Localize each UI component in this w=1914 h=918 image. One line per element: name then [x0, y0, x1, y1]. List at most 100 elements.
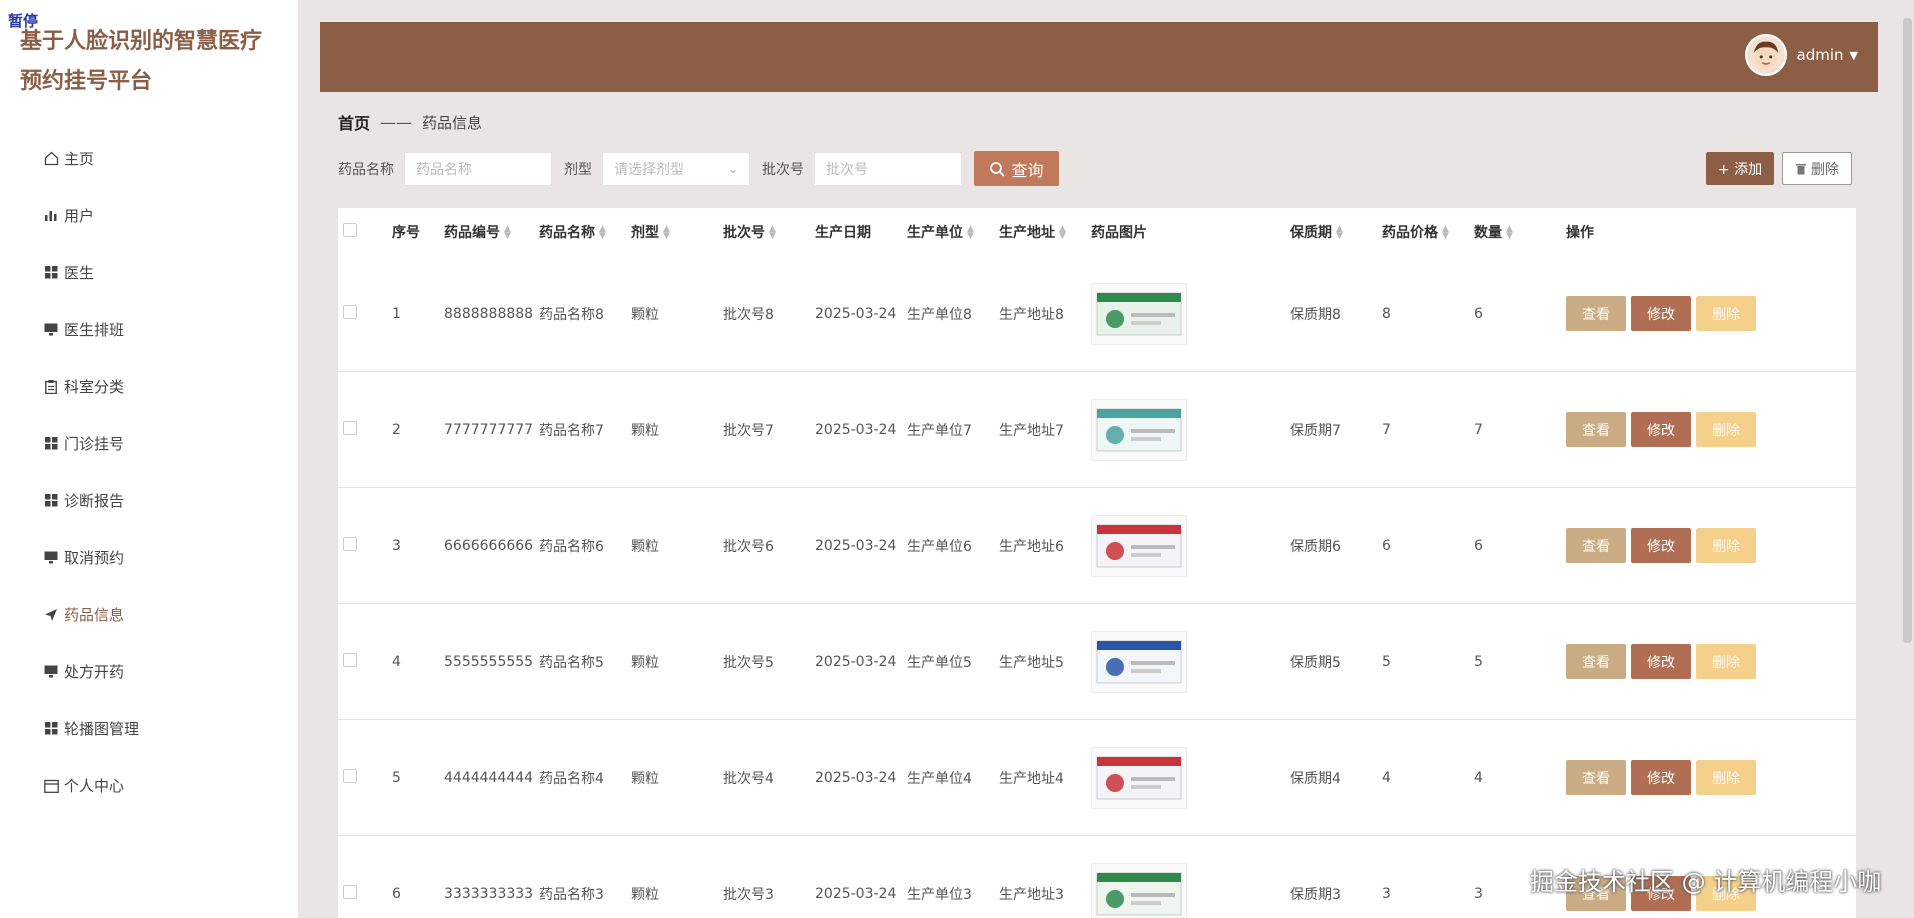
page-scrollbar[interactable]	[1903, 18, 1912, 643]
cell-shelf: 保质期3	[1290, 886, 1341, 903]
column-header[interactable]: 保质期 ▲ ▼	[1290, 222, 1382, 242]
search-button[interactable]: 查询	[974, 151, 1059, 186]
sidebar-item[interactable]: 主页	[42, 130, 139, 187]
delete-button[interactable]: 删除	[1696, 760, 1756, 795]
edit-button[interactable]: 修改	[1631, 412, 1691, 447]
column-header-label: 药品名称	[539, 225, 595, 241]
batch-delete-button[interactable]: 删除	[1782, 152, 1852, 185]
pause-overlay-label: 暂停	[8, 12, 39, 30]
cell-actions: 查看 修改 删除	[1566, 760, 1766, 795]
view-button[interactable]: 查看	[1566, 296, 1626, 331]
column-header-label: 序号	[392, 225, 420, 241]
sidebar-item[interactable]: 轮播图管理	[42, 700, 139, 757]
column-header[interactable]: 剂型 ▲ ▼	[631, 222, 723, 242]
row-checkbox-cell	[338, 536, 392, 555]
dosage-form-select[interactable]: 请选择剂型 ⌄	[602, 151, 750, 186]
watermark: 掘金技术社区 @ 计算机编程小咖	[1530, 868, 1882, 896]
table-header: 序号 药品编号 ▲ ▼ 药品名称 ▲ ▼ 剂型 ▲ ▼ 批次号 ▲ ▼ 生产日期 生产单位 ▲ ▼ 生产地址 ▲ ▼ 药…	[338, 208, 1856, 256]
edit-button[interactable]: 修改	[1631, 760, 1691, 795]
column-header[interactable]: 药品编号 ▲ ▼	[444, 222, 539, 242]
delete-button[interactable]: 删除	[1696, 644, 1756, 679]
sort-icon[interactable]: ▲ ▼	[1059, 225, 1066, 241]
sidebar-item[interactable]: 诊断报告	[42, 472, 139, 529]
sidebar-item[interactable]: 医生排班	[42, 301, 139, 358]
sidebar-item[interactable]: 个人中心	[42, 757, 139, 814]
cell-date: 2025-03-24	[815, 653, 897, 670]
sidebar-item[interactable]: 取消预约	[42, 529, 139, 586]
column-header[interactable]: 生产单位 ▲ ▼	[907, 222, 999, 242]
column-header[interactable]: 药品价格 ▲ ▼	[1382, 222, 1474, 242]
drug-image[interactable]	[1091, 514, 1187, 577]
cell-image	[1091, 282, 1290, 345]
cell-code: 5555555555	[444, 653, 534, 670]
view-button[interactable]: 查看	[1566, 644, 1626, 679]
column-header-label: 生产日期	[815, 225, 871, 241]
user-menu[interactable]: admin ▼	[1744, 34, 1858, 76]
sort-icon[interactable]: ▲ ▼	[663, 225, 670, 241]
edit-button[interactable]: 修改	[1631, 296, 1691, 331]
chevron-down-icon: ⌄	[727, 161, 738, 176]
sidebar-item[interactable]: 门诊挂号	[42, 415, 139, 472]
delete-button[interactable]: 删除	[1696, 528, 1756, 563]
edit-button[interactable]: 修改	[1631, 528, 1691, 563]
sort-icon[interactable]: ▲ ▼	[967, 225, 974, 241]
sort-icon[interactable]: ▲ ▼	[599, 225, 606, 241]
edit-button[interactable]: 修改	[1631, 644, 1691, 679]
row-checkbox[interactable]	[343, 652, 357, 667]
column-header[interactable]: 数量 ▲ ▼	[1474, 222, 1566, 242]
column-header: 药品图片	[1091, 222, 1290, 242]
column-header: 操作	[1566, 222, 1766, 242]
drug-image[interactable]	[1091, 746, 1187, 809]
drug-name-input[interactable]: 药品名称	[404, 151, 552, 186]
sort-icon[interactable]: ▲ ▼	[769, 225, 776, 241]
cell-image	[1091, 398, 1290, 461]
sort-icon[interactable]: ▲ ▼	[1506, 225, 1513, 241]
view-button[interactable]: 查看	[1566, 412, 1626, 447]
cell-qty: 7	[1474, 421, 1483, 438]
sidebar-item[interactable]: 药品信息	[42, 586, 139, 643]
cell-image	[1091, 630, 1290, 693]
sidebar-item-label: 个人中心	[64, 777, 125, 795]
cell-batch: 批次号8	[723, 306, 774, 323]
column-header[interactable]: 药品名称 ▲ ▼	[539, 222, 631, 242]
sidebar-item[interactable]: 科室分类	[42, 358, 139, 415]
row-checkbox[interactable]	[343, 768, 357, 783]
drug-image[interactable]	[1091, 862, 1187, 918]
sidebar-item[interactable]: 用户	[42, 187, 139, 244]
sidebar-item-label: 医生	[64, 264, 95, 282]
drug-image[interactable]	[1091, 282, 1187, 345]
select-all-checkbox[interactable]	[343, 223, 357, 237]
sort-icon[interactable]: ▲ ▼	[1336, 225, 1343, 241]
table-body: 1 8888888888 药品名称8 颗粒 批次号8 2025-03-24 生产单位8 生产地…	[338, 256, 1856, 918]
cell-shelf: 保质期8	[1290, 306, 1341, 323]
row-checkbox[interactable]	[343, 304, 357, 319]
batch-input[interactable]: 批次号	[814, 151, 962, 186]
monitor-icon	[42, 664, 60, 680]
cell-qty: 6	[1474, 537, 1483, 554]
view-button[interactable]: 查看	[1566, 528, 1626, 563]
column-header[interactable]: 批次号 ▲ ▼	[723, 222, 815, 242]
row-checkbox[interactable]	[343, 884, 357, 899]
sidebar-menu: 主页 用户医生医生排班 科室分类 门诊挂号 诊断报告 取消预约 药品信息 处方开药 轮播图管理个…	[42, 130, 139, 814]
cell-no: 5	[392, 769, 401, 786]
add-button[interactable]: + 添加	[1706, 152, 1774, 185]
drug-image[interactable]	[1091, 398, 1187, 461]
monitor-icon	[42, 550, 60, 566]
drug-image[interactable]	[1091, 630, 1187, 693]
delete-button[interactable]: 删除	[1696, 296, 1756, 331]
trash-icon	[1796, 164, 1806, 175]
row-checkbox[interactable]	[343, 420, 357, 435]
view-button[interactable]: 查看	[1566, 760, 1626, 795]
row-actions: 查看 修改 删除	[1566, 644, 1766, 679]
cell-date: 2025-03-24	[815, 885, 897, 902]
cell-address: 生产地址3	[999, 886, 1064, 903]
sort-icon[interactable]: ▲ ▼	[504, 225, 511, 241]
sidebar-item[interactable]: 医生	[42, 244, 139, 301]
sort-icon[interactable]: ▲ ▼	[1442, 225, 1449, 241]
delete-button[interactable]: 删除	[1696, 412, 1756, 447]
cell-type: 颗粒	[631, 654, 659, 671]
row-checkbox[interactable]	[343, 536, 357, 551]
sidebar-item[interactable]: 处方开药	[42, 643, 139, 700]
breadcrumb-home[interactable]: 首页	[338, 110, 370, 134]
column-header[interactable]: 生产地址 ▲ ▼	[999, 222, 1091, 242]
